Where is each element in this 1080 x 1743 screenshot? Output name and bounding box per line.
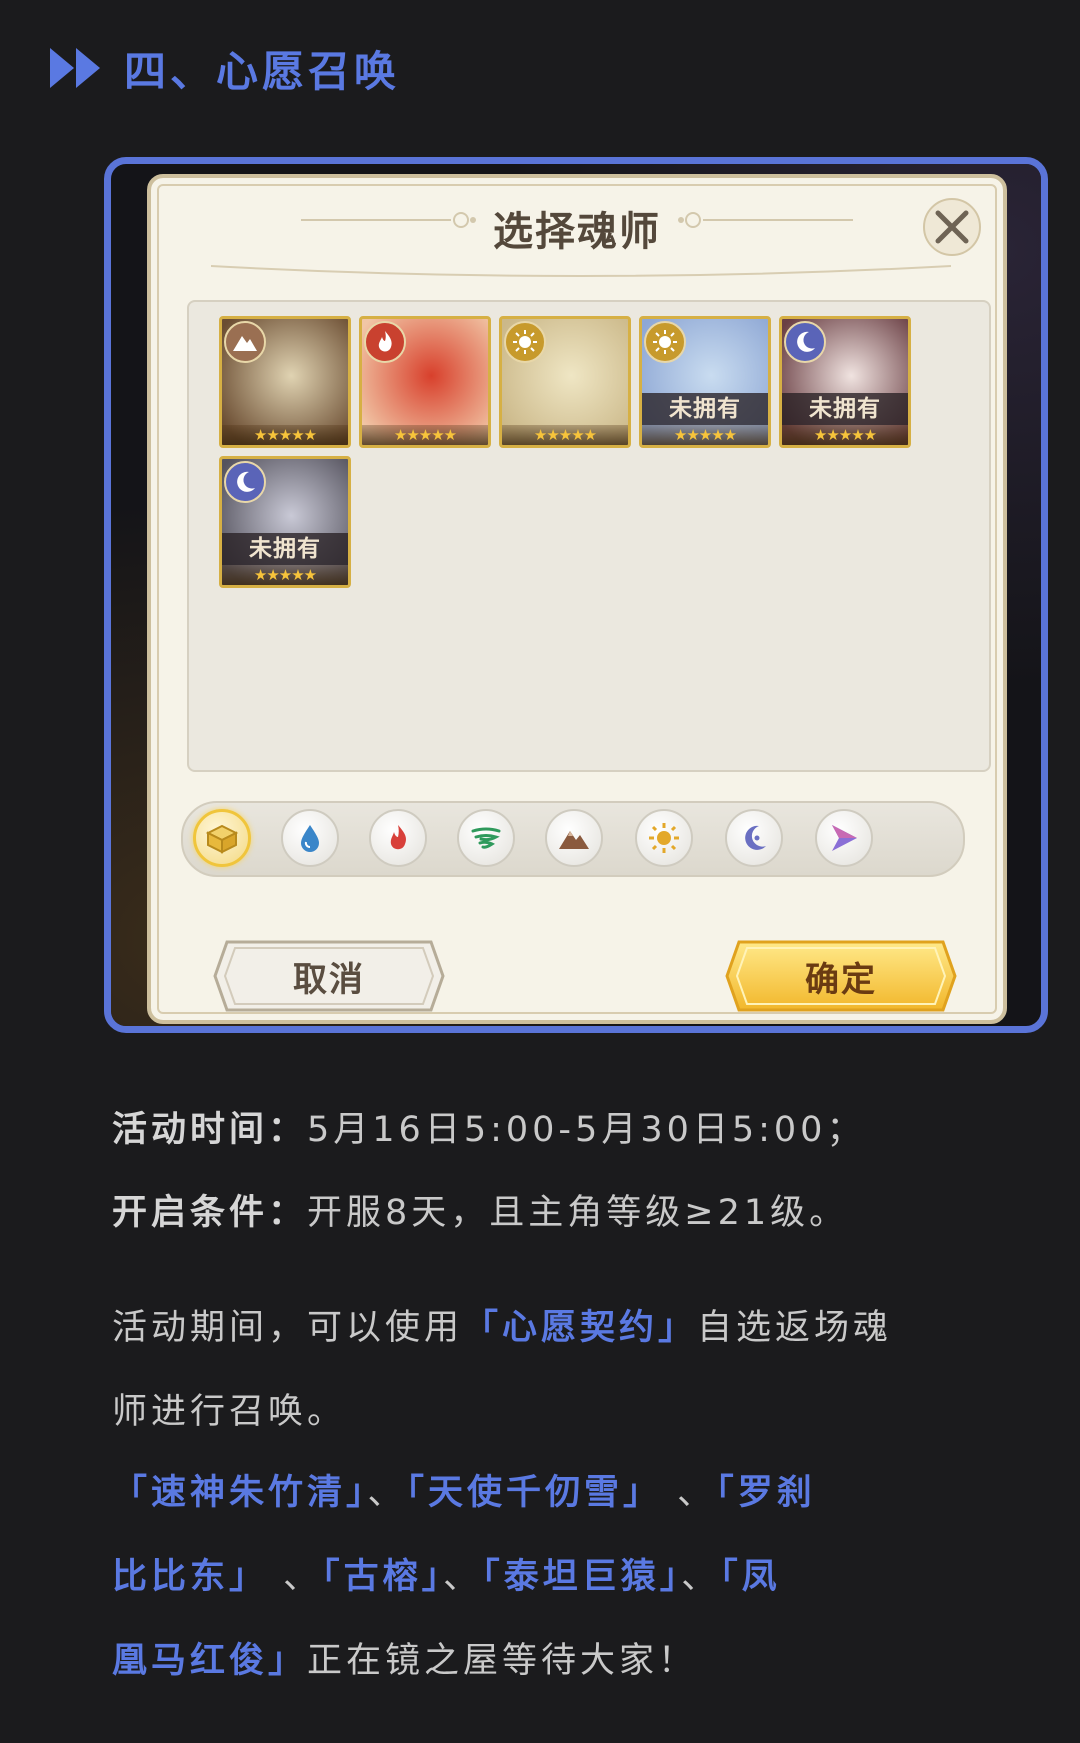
desc-text: 自选返场魂 bbox=[697, 1308, 893, 1348]
separator: 、 bbox=[681, 1557, 721, 1597]
star-rating: ★★★★★ bbox=[222, 425, 348, 445]
filter-all-button[interactable] bbox=[193, 809, 251, 867]
star-rating: ★★★★★ bbox=[502, 425, 628, 445]
hero-name: 「凤 bbox=[720, 1557, 781, 1597]
filter-fire-button[interactable] bbox=[369, 809, 427, 867]
closing-text: 正在镜之屋等待大家！ bbox=[307, 1641, 698, 1681]
hero-grid: ★★★★★ ★★★★★ ★★★★★ 未拥有 ★★★★★ 未拥有 ★★★★★ 未拥有 ★★★★★ bbox=[187, 300, 991, 772]
separator: 、 bbox=[662, 1473, 717, 1513]
light-icon bbox=[644, 321, 686, 363]
hero-card[interactable]: ★★★★★ bbox=[219, 316, 351, 448]
not-owned-badge: 未拥有 bbox=[642, 393, 768, 425]
game-screenshot: 选择魂师 ★★★★★ ★★★★★ ★★★★★ 未拥有 ★★★★★ 未拥有 ★★★★★ 未拥有 ★… bbox=[104, 157, 1048, 1033]
hero-name: 凰马红俊」 bbox=[112, 1641, 308, 1681]
close-button[interactable] bbox=[923, 198, 981, 256]
filter-water-button[interactable] bbox=[281, 809, 339, 867]
cancel-label: 取消 bbox=[293, 959, 365, 1000]
separator: 、 bbox=[443, 1557, 483, 1597]
mountain-icon bbox=[224, 321, 266, 363]
heroes-line-1: 「速神朱竹清」、「天使千仞雪」 、「罗刹 bbox=[112, 1476, 1032, 1524]
wind-icon bbox=[469, 822, 503, 854]
section-title: 四、心愿召唤 bbox=[124, 46, 401, 96]
hero-name: 「速神朱竹清」 bbox=[112, 1473, 368, 1513]
filter-light-button[interactable] bbox=[635, 809, 693, 867]
heroes-line-3: 凰马红俊」正在镜之屋等待大家！ bbox=[112, 1644, 1032, 1692]
confirm-label: 确定 bbox=[805, 959, 877, 1000]
mountain-icon bbox=[557, 823, 591, 853]
hero-card[interactable]: 未拥有 ★★★★★ bbox=[779, 316, 911, 448]
select-hero-dialog: 选择魂师 ★★★★★ ★★★★★ ★★★★★ 未拥有 ★★★★★ 未拥有 ★★★★★ 未拥有 ★… bbox=[147, 174, 1007, 1024]
cancel-button[interactable]: 取消 bbox=[213, 938, 445, 1014]
separator: 、 bbox=[367, 1473, 407, 1513]
separator: 、 bbox=[268, 1557, 323, 1597]
hero-name: 「古榕」 bbox=[322, 1557, 444, 1597]
all-icon bbox=[204, 820, 240, 856]
filter-mountain-button[interactable] bbox=[545, 809, 603, 867]
desc-text: 活动期间，可以使用 bbox=[112, 1308, 464, 1348]
special-icon bbox=[827, 821, 861, 855]
filter-wind-button[interactable] bbox=[457, 809, 515, 867]
event-time-line: 活动时间：5月16日5:00-5月30日5:00； bbox=[112, 1113, 1032, 1161]
heroes-line-2: 比比东」 、「古榕」、「泰坦巨猿」、「凤 bbox=[112, 1560, 1032, 1608]
event-condition-label: 开启条件： bbox=[112, 1193, 308, 1233]
contract-highlight: 「心愿契约」 bbox=[463, 1308, 698, 1348]
filter-dark-button[interactable] bbox=[725, 809, 783, 867]
event-time-value: 5月16日5:00-5月30日5:00； bbox=[307, 1110, 866, 1150]
dark-icon bbox=[738, 822, 770, 854]
desc-text: 师进行召唤。 bbox=[112, 1392, 347, 1432]
star-rating: ★★★★★ bbox=[222, 565, 348, 585]
double-arrow-icon bbox=[50, 48, 100, 88]
event-time-label: 活动时间： bbox=[112, 1110, 308, 1150]
dialog-title: 选择魂师 bbox=[493, 208, 661, 255]
not-owned-badge: 未拥有 bbox=[222, 533, 348, 565]
event-description: 活动期间，可以使用「心愿契约」自选返场魂 师进行召唤。 bbox=[112, 1311, 1032, 1443]
dialog-header: 选择魂师 bbox=[151, 200, 1003, 264]
light-icon bbox=[647, 821, 681, 855]
header-divider bbox=[211, 265, 951, 277]
section-header: 四、心愿召唤 bbox=[48, 38, 400, 98]
confirm-button[interactable]: 确定 bbox=[725, 938, 957, 1014]
hero-card[interactable]: ★★★★★ bbox=[359, 316, 491, 448]
ornament-left-icon bbox=[301, 212, 476, 228]
star-rating: ★★★★★ bbox=[642, 425, 768, 445]
hero-name: 「泰坦巨猿」 bbox=[482, 1557, 682, 1597]
ornament-right-icon bbox=[678, 212, 853, 228]
desc-line-2: 师进行召唤。 bbox=[112, 1395, 1032, 1443]
hero-card[interactable]: 未拥有 ★★★★★ bbox=[639, 316, 771, 448]
star-rating: ★★★★★ bbox=[362, 425, 488, 445]
event-info: 活动时间：5月16日5:00-5月30日5:00； 开启条件：开服8天，且主角等… bbox=[112, 1113, 1032, 1244]
hero-card[interactable]: ★★★★★ bbox=[499, 316, 631, 448]
hero-name: 比比东」 bbox=[112, 1557, 269, 1597]
event-condition-line: 开启条件：开服8天，且主角等级≥21级。 bbox=[112, 1196, 1032, 1244]
dark-icon bbox=[784, 321, 826, 363]
filter-special-button[interactable] bbox=[815, 809, 873, 867]
water-icon bbox=[294, 822, 326, 854]
not-owned-badge: 未拥有 bbox=[782, 393, 908, 425]
light-icon bbox=[504, 321, 546, 363]
element-filter-bar bbox=[181, 801, 965, 877]
close-icon bbox=[935, 210, 969, 244]
desc-line-1: 活动期间，可以使用「心愿契约」自选返场魂 bbox=[112, 1311, 1032, 1359]
event-condition-value: 开服8天，且主角等级≥21级。 bbox=[307, 1193, 849, 1233]
star-rating: ★★★★★ bbox=[782, 425, 908, 445]
hero-card[interactable]: 未拥有 ★★★★★ bbox=[219, 456, 351, 588]
fire-icon bbox=[382, 822, 414, 854]
hero-name: 「天使千仞雪」 bbox=[406, 1473, 663, 1513]
fire-icon bbox=[364, 321, 406, 363]
featured-heroes: 「速神朱竹清」、「天使千仞雪」 、「罗刹 比比东」 、「古榕」、「泰坦巨猿」、「… bbox=[112, 1476, 1032, 1692]
hero-name: 「罗刹 bbox=[716, 1473, 816, 1513]
dark-icon bbox=[224, 461, 266, 503]
